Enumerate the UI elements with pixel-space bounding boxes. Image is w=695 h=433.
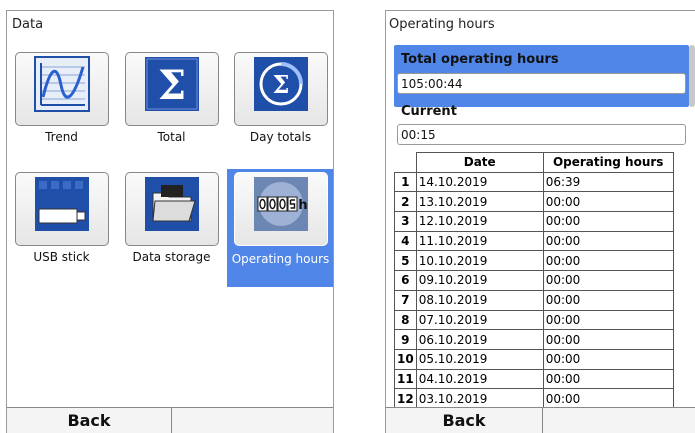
current-field[interactable]: 00:15 (397, 124, 686, 145)
hours-header: Operating hours (542, 152, 674, 173)
row-index: 7 (394, 289, 417, 311)
softkey-bar: Back (386, 407, 695, 433)
row-index: 10 (394, 348, 417, 370)
softkey-bar: Back (7, 407, 333, 433)
row-index: 1 (394, 171, 417, 193)
date-cell: 11.10.2019 (415, 230, 544, 252)
row-index: 5 (394, 250, 417, 272)
table-row[interactable]: 4 11.10.2019 00:00 (394, 230, 674, 252)
row-index: 6 (394, 270, 417, 291)
hours-cell: 00:00 (542, 211, 674, 232)
date-cell: 08.10.2019 (415, 289, 544, 311)
screen-title: Data (12, 17, 44, 32)
day-totals-icon: Σ (253, 57, 308, 111)
table-row[interactable]: 9 06.10.2019 00:00 (394, 329, 674, 350)
svg-text:Σ: Σ (157, 62, 185, 109)
folder-icon (144, 177, 199, 231)
hours-cell: 00:00 (542, 289, 674, 311)
tile-label: Data storage (132, 250, 211, 264)
date-cell: 14.10.2019 (415, 171, 544, 193)
row-index: 2 (394, 191, 417, 213)
table-row[interactable]: 11 04.10.2019 00:00 (394, 368, 674, 390)
usb-stick-tile[interactable]: USB stick (11, 169, 112, 282)
back-button[interactable]: Back (386, 408, 543, 433)
table-row[interactable]: 8 07.10.2019 00:00 (394, 309, 674, 331)
hours-cell: 00:00 (542, 388, 674, 409)
operating-hours-table: Date Operating hours 1 14.10.2019 06:39 2 13… (394, 152, 674, 409)
date-cell: 05.10.2019 (415, 348, 544, 370)
screen-title: Operating hours (389, 17, 495, 32)
data-menu-screen: Data Trend Σ Total Σ Day totals USB stic… (6, 10, 334, 433)
date-cell: 12.10.2019 (415, 211, 544, 232)
date-cell: 03.10.2019 (415, 388, 544, 409)
date-header: Date (415, 152, 544, 173)
hours-cell: 00:00 (542, 230, 674, 252)
tile-label: Total (157, 130, 186, 144)
total-hours-field[interactable]: 105:00:44 (397, 73, 686, 94)
hours-cell: 00:00 (542, 329, 674, 350)
row-index: 11 (394, 368, 417, 390)
day-totals-tile[interactable]: Σ Day totals (230, 49, 331, 162)
trend-icon (33, 56, 90, 112)
table-row[interactable]: 2 13.10.2019 00:00 (394, 191, 674, 213)
svg-text:h: h (298, 198, 307, 213)
hours-cell: 00:00 (542, 270, 674, 291)
hours-cell: 00:00 (542, 309, 674, 331)
table-row[interactable]: 3 12.10.2019 00:00 (394, 211, 674, 232)
sigma-icon: Σ (144, 57, 199, 111)
empty-softkey[interactable] (543, 408, 695, 433)
total-hours-label: Total operating hours (401, 52, 559, 67)
row-index: 8 (394, 309, 417, 331)
scrollbar[interactable] (689, 45, 695, 107)
date-cell: 06.10.2019 (415, 329, 544, 350)
row-index: 12 (394, 388, 417, 409)
operating-hours-screen: Operating hours Total operating hours 10… (385, 10, 695, 433)
tile-label: Day totals (249, 130, 312, 144)
table-row[interactable]: 12 03.10.2019 00:00 (394, 388, 674, 409)
date-cell: 13.10.2019 (415, 191, 544, 213)
row-index: 3 (394, 211, 417, 232)
table-row[interactable]: 5 10.10.2019 00:00 (394, 250, 674, 272)
current-label: Current (401, 104, 457, 119)
hours-cell: 06:39 (542, 171, 674, 193)
table-row[interactable]: 6 09.10.2019 00:00 (394, 270, 674, 291)
table-row[interactable]: 1 14.10.2019 06:39 (394, 171, 674, 193)
tile-label: Operating hours (231, 252, 330, 266)
data-storage-tile[interactable]: Data storage (121, 169, 222, 282)
hours-cell: 00:00 (542, 368, 674, 390)
index-header (394, 152, 417, 173)
usb-stick-icon (34, 177, 89, 231)
row-index: 9 (394, 329, 417, 350)
date-cell: 10.10.2019 (415, 250, 544, 272)
total-tile[interactable]: Σ Total (121, 49, 222, 162)
date-cell: 07.10.2019 (415, 309, 544, 331)
tile-label: Trend (45, 130, 78, 144)
trend-tile[interactable]: Trend (11, 49, 112, 162)
back-button[interactable]: Back (7, 408, 172, 433)
date-cell: 04.10.2019 (415, 368, 544, 390)
hours-cell: 00:00 (542, 191, 674, 213)
table-row[interactable]: 10 05.10.2019 00:00 (394, 348, 674, 370)
row-index: 4 (394, 230, 417, 252)
hours-cell: 00:00 (542, 348, 674, 370)
operating-hours-tile[interactable]: h Operating hours (227, 169, 333, 287)
date-cell: 09.10.2019 (415, 270, 544, 291)
svg-text:Σ: Σ (272, 70, 289, 99)
empty-softkey[interactable] (172, 408, 333, 433)
tile-label: USB stick (33, 250, 90, 264)
hours-cell: 00:00 (542, 250, 674, 272)
table-row[interactable]: 7 08.10.2019 00:00 (394, 289, 674, 311)
hour-counter-icon: h (253, 177, 308, 231)
